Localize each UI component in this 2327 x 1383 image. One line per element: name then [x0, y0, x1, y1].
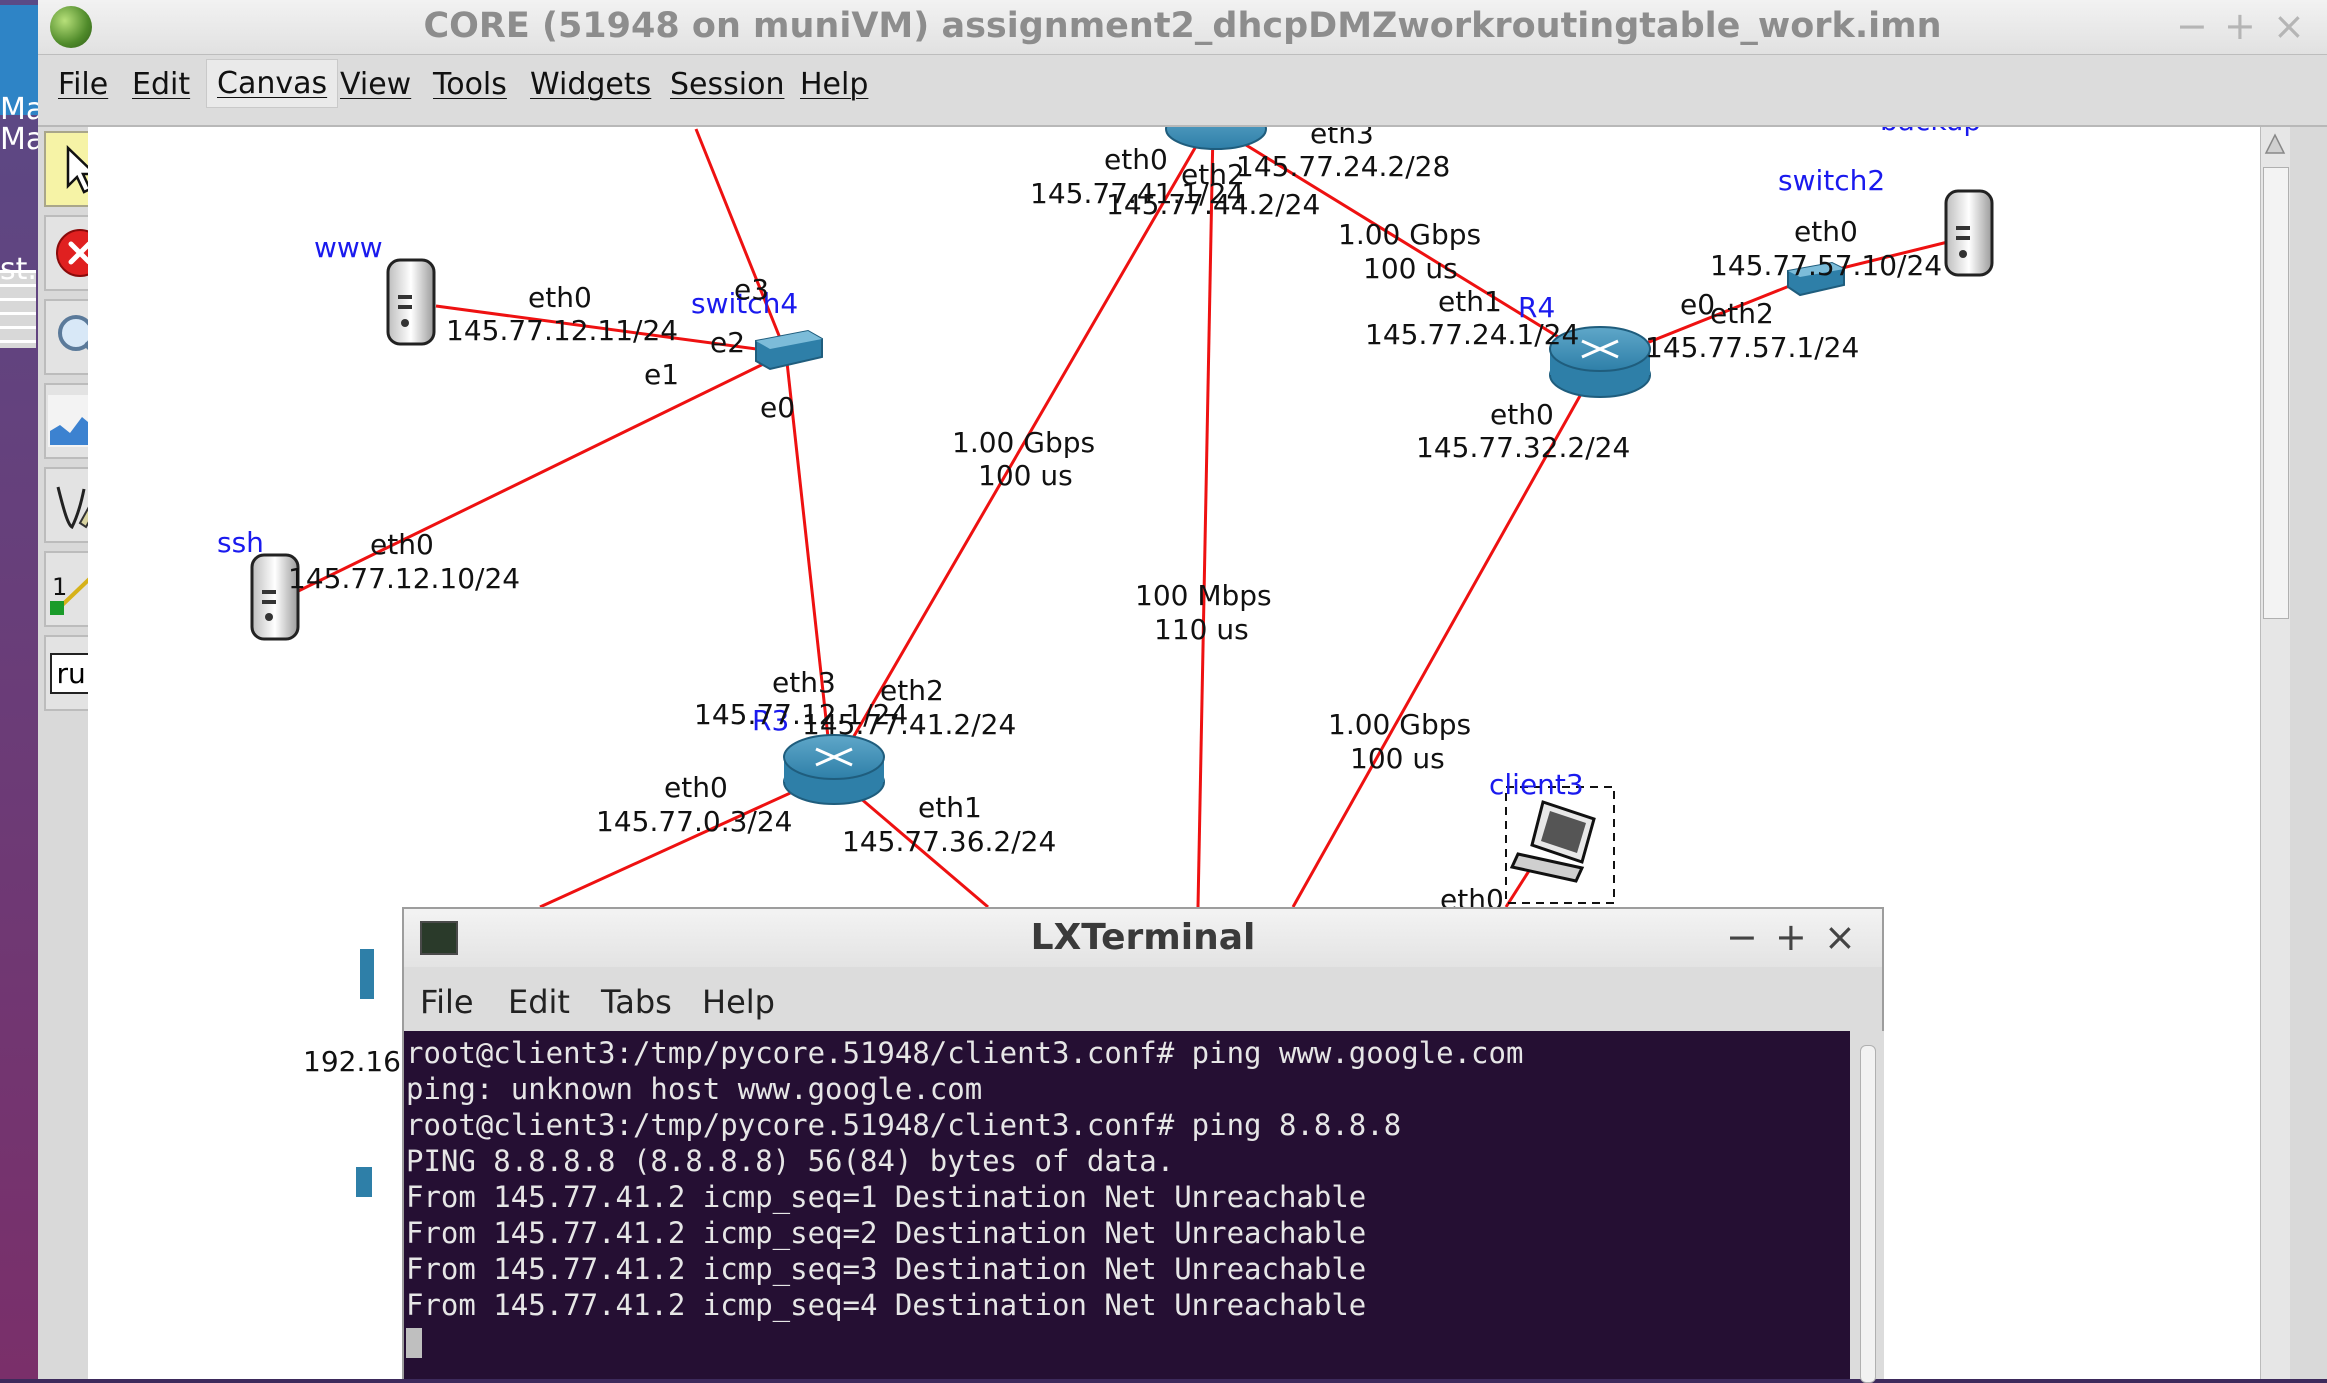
iface-label: eth2	[880, 674, 944, 707]
terminal-menu-edit[interactable]: Edit	[508, 983, 570, 1021]
link-bandwidth: 1.00 Gbps	[1338, 218, 1481, 251]
link[interactable]	[1196, 128, 1215, 908]
node-name-switch2: switch2	[1778, 164, 1885, 197]
switch4-node[interactable]	[755, 329, 823, 371]
terminal-line: ping: unknown host www.google.com	[406, 1072, 983, 1106]
link-delay: 100 us	[1363, 252, 1458, 285]
link-bandwidth: 1.00 Gbps	[952, 426, 1095, 459]
terminal-titlebar[interactable]: LXTerminal − + ×	[404, 909, 1882, 967]
terminal-line: From 145.77.41.2 icmp_seq=3 Destination …	[406, 1252, 1367, 1286]
scroll-up-arrow-icon[interactable]	[2264, 131, 2286, 157]
hidden-node-fragment	[360, 949, 374, 999]
node-one-label: 1	[52, 573, 67, 601]
ip-label: 145.77.57.10/24	[1710, 249, 1942, 282]
iface-label: eth0	[370, 528, 434, 561]
r3-node[interactable]	[783, 734, 885, 805]
link-delay: 110 us	[1154, 613, 1249, 646]
iface-label: eth0	[528, 281, 592, 314]
iface-label: e3	[734, 273, 769, 306]
iface-label: eth3	[1310, 127, 1374, 150]
terminal-menu-file[interactable]: File	[420, 983, 474, 1021]
terminal-scrollbar[interactable]	[1850, 1031, 1884, 1383]
terminal-scroll-thumb[interactable]	[1860, 1045, 1876, 1383]
menu-edit[interactable]: Edit	[132, 67, 190, 102]
menu-file[interactable]: File	[58, 67, 108, 102]
iface-label: eth1	[1438, 285, 1502, 318]
ip-label: 192.16	[303, 1045, 401, 1078]
canvas-vertical-scrollbar[interactable]	[2260, 127, 2290, 1379]
terminal-maximize-button[interactable]: +	[1775, 915, 1807, 959]
ip-label: 145.77.44.2/24	[1106, 188, 1320, 221]
ip-label: 145.77.12.11/24	[446, 314, 678, 347]
window-title: CORE (51948 on muniVM) assignment2_dhcpD…	[423, 6, 1942, 46]
iface-label: eth3	[772, 666, 836, 699]
minimize-button[interactable]: −	[2176, 4, 2208, 48]
iface-label: e0	[1680, 288, 1715, 321]
menu-session[interactable]: Session	[670, 67, 784, 102]
client3-node[interactable]	[1509, 800, 1596, 883]
close-button[interactable]: ×	[2273, 4, 2305, 48]
link-bandwidth: 100 Mbps	[1135, 579, 1272, 612]
hidden-node-fragment	[356, 1167, 372, 1197]
link-bandwidth: 1.00 Gbps	[1328, 708, 1471, 741]
menu-bar: File Edit Canvas View Tools Widgets Sess…	[38, 55, 2327, 127]
links	[283, 127, 1969, 909]
terminal-line: From 145.77.41.2 icmp_seq=4 Destination …	[406, 1288, 1367, 1322]
link-delay: 100 us	[978, 459, 1073, 492]
ip-label: 145.77.0.3/24	[596, 805, 792, 838]
node-name-backup: backup	[1880, 127, 1981, 137]
iface-label: e2	[710, 326, 745, 359]
ip-label: 145.77.24.1/24	[1365, 318, 1579, 351]
iface-label: eth0	[1104, 143, 1168, 176]
ip-label: 145.77.36.2/24	[842, 825, 1056, 858]
node-name-www: www	[314, 231, 383, 264]
menu-canvas[interactable]: Canvas	[206, 59, 339, 108]
iface-label: eth2	[1710, 297, 1774, 330]
backup-node[interactable]	[1944, 189, 1994, 277]
window-titlebar[interactable]: CORE (51948 on muniVM) assignment2_dhcpD…	[38, 0, 2327, 55]
terminal-line: root@client3:/tmp/pycore.51948/client3.c…	[406, 1108, 1402, 1142]
menu-widgets[interactable]: Widgets	[530, 67, 651, 102]
terminal-line: From 145.77.41.2 icmp_seq=1 Destination …	[406, 1180, 1367, 1214]
iface-label: eth1	[918, 791, 982, 824]
www-node[interactable]	[386, 258, 436, 346]
ip-label: 145.77.57.1/24	[1645, 331, 1859, 364]
text-cursor	[406, 1328, 422, 1358]
iface-label: eth0	[664, 771, 728, 804]
terminal-menu-bar: File Edit Tabs Help	[404, 969, 1882, 1031]
iface-label: e1	[644, 358, 679, 391]
ip-label: 145.77.24.2/28	[1236, 150, 1450, 183]
ip-label: 145.77.12.10/24	[288, 562, 520, 595]
desktop-background: Mai Ma st.	[0, 0, 53, 1379]
server-icon	[386, 258, 436, 346]
menu-view[interactable]: View	[340, 67, 411, 102]
server-icon	[1944, 189, 1994, 277]
terminal-line: root@client3:/tmp/pycore.51948/client3.c…	[406, 1036, 1524, 1070]
terminal-output[interactable]: root@client3:/tmp/pycore.51948/client3.c…	[404, 1031, 1850, 1379]
iface-label: eth0	[1490, 398, 1554, 431]
terminal-menu-help[interactable]: Help	[702, 983, 775, 1021]
scroll-thumb[interactable]	[2263, 167, 2289, 619]
iface-label: eth0	[1794, 215, 1858, 248]
node-name-client3: client3	[1489, 768, 1584, 801]
node-name-ssh: ssh	[217, 526, 264, 559]
terminal-close-button[interactable]: ×	[1824, 915, 1856, 959]
maximize-button[interactable]: +	[2224, 4, 2256, 48]
terminal-minimize-button[interactable]: −	[1726, 915, 1758, 959]
terminal-line: From 145.77.41.2 icmp_seq=2 Destination …	[406, 1216, 1367, 1250]
terminal-window: LXTerminal − + × File Edit Tabs Help roo…	[402, 907, 1884, 1383]
terminal-prompt-line	[406, 1323, 1850, 1359]
desktop-text-fragment: st.	[0, 252, 37, 287]
iface-label: e0	[760, 391, 795, 424]
link-delay: 100 us	[1350, 742, 1445, 775]
terminal-line: PING 8.8.8.8 (8.8.8.8) 56(84) bytes of d…	[406, 1144, 1175, 1178]
ip-label: 145.77.32.2/24	[1416, 431, 1630, 464]
ip-label: 145.77.41.2/24	[802, 708, 1016, 741]
menu-tools[interactable]: Tools	[433, 67, 507, 102]
menu-help[interactable]: Help	[800, 67, 868, 102]
router-icon[interactable]	[1165, 127, 1267, 150]
terminal-title: LXTerminal	[1030, 917, 1256, 958]
terminal-menu-tabs[interactable]: Tabs	[601, 983, 672, 1021]
